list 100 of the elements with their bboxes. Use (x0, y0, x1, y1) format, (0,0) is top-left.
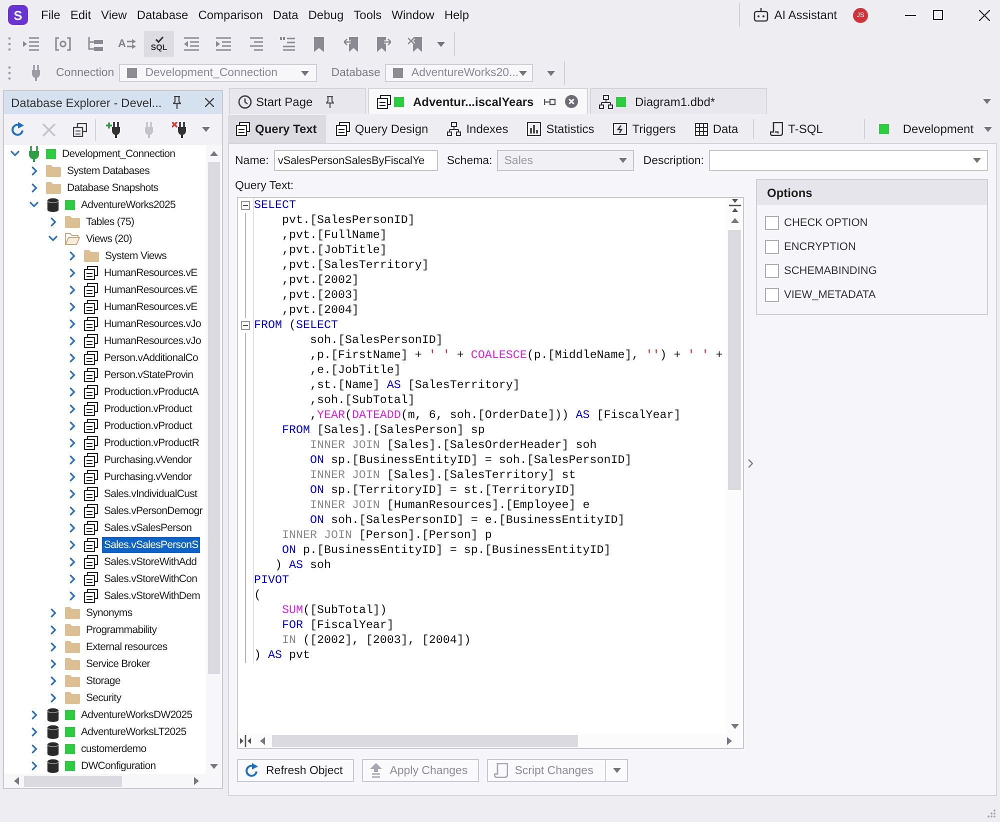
chevron-right-icon[interactable] (68, 336, 76, 346)
chevron-right-icon[interactable] (68, 454, 76, 464)
toolbar-button[interactable]: SQL (144, 31, 174, 57)
scroll-down-icon[interactable] (210, 764, 218, 768)
tree-item[interactable]: Programmability (84, 622, 159, 638)
tree-item[interactable]: Synonyms (84, 604, 134, 620)
name-field[interactable]: vSalesPersonSalesByFiscalYe (274, 150, 438, 171)
tree-item[interactable]: Security (84, 690, 124, 706)
chevron-right-icon[interactable] (50, 692, 56, 702)
caret-down-icon[interactable] (202, 127, 210, 132)
checkbox[interactable] (765, 264, 779, 278)
scroll-up-icon[interactable] (210, 150, 218, 156)
chevron-right-icon[interactable] (50, 658, 56, 668)
chevron-right-icon[interactable] (30, 726, 38, 736)
scroll-left-icon[interactable] (260, 736, 265, 744)
scrollbar-thumb[interactable] (24, 776, 122, 786)
tree-item[interactable]: Sales.vIndividualCust (102, 486, 200, 502)
checkbox-label[interactable]: ENCRYPTION (784, 241, 856, 253)
menu-item[interactable]: Window (386, 5, 440, 25)
pin-icon[interactable] (544, 98, 556, 106)
scroll-down-icon[interactable] (730, 724, 738, 729)
tree-item[interactable]: Person.vAdditionalCo (102, 350, 200, 366)
close-icon[interactable] (205, 98, 214, 107)
chevron-right-icon[interactable] (68, 590, 76, 600)
document-tab[interactable]: Diagram1.dbd* (590, 88, 767, 114)
chevron-right-icon[interactable] (50, 642, 56, 652)
menu-item[interactable]: Debug (303, 5, 349, 25)
tree-item[interactable]: HumanResources.vJo (102, 332, 203, 348)
minus-box-icon[interactable] (241, 201, 250, 210)
tree-item[interactable]: Production.vProduct (102, 400, 194, 416)
scroll-up-icon[interactable] (730, 218, 738, 223)
chevron-right-icon[interactable] (30, 182, 38, 192)
tree-item[interactable]: Sales.vStoreWithCon (102, 570, 200, 586)
tree-item[interactable]: System Databases (65, 162, 152, 178)
chevron-right-icon[interactable] (68, 318, 76, 328)
scrollbar[interactable] (238, 733, 743, 748)
resize-grip-icon[interactable] (987, 809, 996, 818)
scrollbar[interactable] (206, 145, 222, 774)
scroll-left-icon[interactable] (14, 777, 19, 785)
maximize-icon[interactable] (933, 10, 943, 20)
minus-box-icon[interactable] (241, 321, 250, 330)
chevron-right-icon[interactable] (30, 710, 38, 720)
checkbox[interactable] (765, 288, 779, 302)
chevron-right-icon[interactable] (68, 284, 76, 294)
tree-item[interactable]: Purchasing.vVendor (102, 452, 194, 468)
tree-item[interactable]: Development_Connection (60, 146, 178, 162)
view-tab[interactable]: Triggers (605, 115, 685, 143)
tree-item[interactable]: Sales.vSalesPerson (102, 520, 194, 536)
checkbox-label[interactable]: VIEW_METADATA (784, 289, 876, 301)
scroll-right-icon[interactable] (727, 736, 732, 744)
add-plug-icon[interactable] (106, 122, 122, 138)
menu-item[interactable]: Data (268, 5, 304, 25)
tree-item[interactable]: External resources (84, 638, 170, 654)
tree-item[interactable]: DWConfiguration (79, 758, 158, 774)
pin-icon[interactable] (173, 96, 181, 109)
scrollbar-thumb[interactable] (728, 230, 741, 490)
windows-icon[interactable] (73, 122, 87, 136)
tree-item[interactable]: Sales.vSalesPersonS (102, 536, 200, 552)
chevron-right-icon[interactable] (30, 744, 38, 754)
chevron-down-icon[interactable] (10, 150, 20, 157)
view-tab[interactable]: Data (686, 115, 748, 143)
chevron-right-icon[interactable] (68, 488, 76, 498)
chevron-right-icon[interactable] (68, 574, 76, 584)
tree-item[interactable]: AdventureWorksDW2025 (79, 706, 194, 722)
chevron-right-icon[interactable] (68, 506, 76, 516)
split-icon[interactable] (240, 734, 251, 746)
scrollbar-thumb[interactable] (272, 734, 578, 746)
chevron-right-icon[interactable] (68, 540, 76, 550)
caret-down-icon[interactable] (983, 98, 991, 104)
tree-item[interactable]: System Views (103, 248, 169, 264)
tree-item[interactable]: Production.vProductR (102, 434, 202, 450)
chevron-right-icon[interactable] (68, 404, 76, 414)
pin-icon[interactable] (326, 96, 334, 108)
refresh-icon[interactable] (10, 122, 25, 137)
drag-handle-icon[interactable] (8, 66, 11, 80)
scrollbar[interactable] (4, 774, 222, 788)
tree-item[interactable]: Production.vProduct (102, 418, 194, 434)
chevron-right-icon[interactable] (68, 556, 76, 566)
tree-item[interactable]: Sales.vStoreWithDem (102, 588, 202, 604)
chevron-right-icon[interactable] (50, 608, 56, 618)
view-tab[interactable]: Query Text (228, 115, 326, 143)
menu-item[interactable]: File (36, 5, 66, 25)
tree-item[interactable]: Database Snapshots (65, 180, 160, 196)
action-button[interactable]: Refresh Object (237, 759, 354, 782)
caret-down-icon[interactable] (437, 42, 445, 46)
code-editor[interactable] (237, 197, 744, 749)
close-icon[interactable] (979, 10, 990, 20)
menu-item[interactable]: Database (132, 5, 194, 25)
remove-plug-icon[interactable] (172, 122, 188, 138)
tree-item[interactable]: customerdemo (79, 740, 148, 756)
caret-down-icon[interactable] (547, 70, 556, 76)
chevron-right-icon[interactable] (68, 386, 76, 396)
minimize-icon[interactable] (905, 14, 916, 16)
chevron-right-icon[interactable] (30, 166, 38, 176)
tree-item[interactable]: HumanResources.vJo (102, 316, 203, 332)
menu-item[interactable]: Tools (348, 5, 387, 25)
view-tab[interactable]: Statistics (519, 115, 604, 143)
tree-item[interactable]: AdventureWorksLT2025 (79, 724, 188, 740)
view-tab[interactable]: T-SQL (762, 115, 832, 143)
chevron-right-icon[interactable] (68, 438, 76, 448)
